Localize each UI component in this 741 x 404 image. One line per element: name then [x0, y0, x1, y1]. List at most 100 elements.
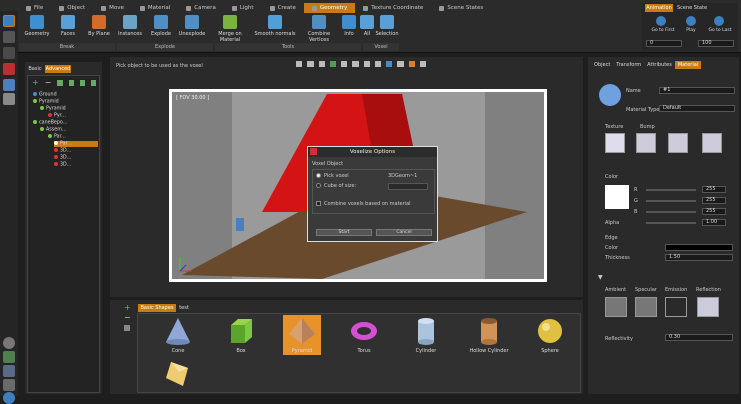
- shape-torus[interactable]: Torus: [345, 316, 383, 354]
- texture-slot[interactable]: [605, 133, 625, 153]
- texture-slot-3[interactable]: [668, 133, 688, 153]
- shape-box[interactable]: Box: [222, 316, 260, 354]
- settings-icon[interactable]: [3, 337, 15, 349]
- go-to-last-icon[interactable]: [714, 16, 724, 26]
- tab-material[interactable]: Material: [674, 61, 702, 69]
- fit-icon[interactable]: [329, 61, 336, 67]
- tree-item-selected[interactable]: Par...: [54, 141, 98, 147]
- specular-swatch[interactable]: [635, 297, 657, 317]
- zoom-icon[interactable]: [341, 61, 348, 67]
- emission-swatch[interactable]: [665, 297, 687, 317]
- combine-vertices-button[interactable]: Combine Vertices: [298, 14, 340, 43]
- tree-item[interactable]: 3D...: [54, 148, 71, 154]
- snap-icon[interactable]: [397, 61, 404, 67]
- group-icon[interactable]: [57, 80, 63, 86]
- tree-item[interactable]: Par...: [48, 134, 66, 140]
- color-swatch[interactable]: [605, 185, 629, 209]
- tab-geometry[interactable]: Geometry: [303, 3, 356, 13]
- add-shape-icon[interactable]: +: [124, 303, 131, 312]
- bump-slot[interactable]: [636, 133, 656, 153]
- tab-attributes[interactable]: Attributes: [644, 61, 675, 69]
- add-icon[interactable]: +: [32, 78, 39, 88]
- tab-object[interactable]: Object: [591, 61, 613, 69]
- collapse-icon[interactable]: ▼: [598, 274, 603, 281]
- reflectivity-field[interactable]: 0.30: [665, 334, 733, 341]
- tree-item[interactable]: Pyramid: [33, 99, 59, 105]
- edge-color-swatch[interactable]: [665, 244, 733, 251]
- combine-checkbox[interactable]: [316, 201, 321, 206]
- smooth-normals-button[interactable]: Smooth normals: [254, 14, 296, 37]
- alpha-field[interactable]: 1.00: [702, 219, 726, 226]
- tree-item[interactable]: 3D...: [54, 155, 71, 161]
- shape-cone[interactable]: Cone: [159, 316, 197, 354]
- select-mode-icon[interactable]: [386, 61, 393, 67]
- move-up-icon[interactable]: [79, 80, 85, 86]
- unexplode-button[interactable]: Unexplode: [174, 14, 210, 37]
- move-down-icon[interactable]: [90, 80, 96, 86]
- ambient-swatch[interactable]: [605, 297, 627, 317]
- pick-voxel-radio[interactable]: [316, 173, 321, 178]
- name-field[interactable]: #1: [659, 87, 735, 94]
- tree-item[interactable]: caneBepo...: [33, 120, 67, 126]
- material-type-select[interactable]: Default: [659, 105, 735, 112]
- material-view-icon[interactable]: [408, 61, 415, 67]
- thickness-field[interactable]: 1.50: [665, 254, 733, 261]
- view-icon[interactable]: [296, 61, 303, 67]
- cancel-button[interactable]: Cancel: [376, 229, 432, 236]
- g-field[interactable]: 255: [702, 197, 726, 204]
- tab-object[interactable]: Object: [51, 3, 93, 13]
- select-tool-icon[interactable]: [3, 15, 15, 27]
- tree-item[interactable]: Pyr...: [48, 113, 66, 119]
- shape-settings-icon[interactable]: [124, 325, 130, 331]
- pan-icon[interactable]: [318, 61, 325, 67]
- tab-test[interactable]: test: [176, 304, 192, 312]
- r-field[interactable]: 255: [702, 186, 726, 193]
- b-field[interactable]: 255: [702, 208, 726, 215]
- tree-item[interactable]: Assem...: [40, 127, 66, 133]
- shape-custom[interactable]: [159, 358, 197, 390]
- remove-shape-icon[interactable]: −: [124, 313, 131, 322]
- b-slider[interactable]: [646, 211, 696, 213]
- r-slider[interactable]: [646, 189, 696, 191]
- tab-scene-states[interactable]: Scene States: [431, 3, 491, 13]
- screen-icon[interactable]: [3, 379, 15, 391]
- shape-sphere[interactable]: Sphere: [531, 316, 569, 354]
- tab-move[interactable]: Move: [93, 3, 132, 13]
- play-icon[interactable]: [686, 16, 696, 26]
- tab-camera[interactable]: Camera: [178, 3, 224, 13]
- tree-item[interactable]: 3D...: [54, 162, 71, 168]
- tab-material[interactable]: Material: [132, 3, 178, 13]
- camera-icon[interactable]: [363, 61, 370, 67]
- viewport-canvas[interactable]: [ FOV 30.00 ] Voxelize Options Voxel Obj…: [172, 92, 544, 279]
- tree-item[interactable]: Ground: [33, 92, 57, 98]
- rotate-icon[interactable]: [307, 61, 314, 67]
- record-icon[interactable]: [3, 63, 15, 75]
- tab-file[interactable]: File: [18, 3, 51, 13]
- render-icon[interactable]: [3, 351, 15, 363]
- tab-light[interactable]: Light: [224, 3, 262, 13]
- start-frame-field[interactable]: 0: [646, 40, 682, 47]
- end-frame-field[interactable]: 100: [698, 40, 734, 47]
- shape-hollow-cylinder[interactable]: Hollow Cylinder: [467, 316, 511, 354]
- tab-create[interactable]: Create: [262, 3, 304, 13]
- tab-basic-shapes[interactable]: Basic Shapes: [138, 304, 176, 312]
- tab-animation[interactable]: Animation: [645, 4, 673, 12]
- zoom-region-icon[interactable]: [352, 61, 359, 67]
- light-tool-icon[interactable]: [3, 93, 15, 105]
- render-mode-icon[interactable]: [419, 61, 426, 67]
- go-to-first-icon[interactable]: [656, 16, 666, 26]
- select-icon[interactable]: [374, 61, 381, 67]
- texture-slot-4[interactable]: [702, 133, 722, 153]
- object-tool-icon[interactable]: [3, 79, 15, 91]
- tab-scene-state[interactable]: Scene State: [675, 4, 709, 12]
- cube-size-input[interactable]: [388, 183, 428, 190]
- tab-transform[interactable]: Transform: [613, 61, 644, 69]
- cube-of-size-radio[interactable]: [316, 183, 321, 188]
- reflection-slot[interactable]: [697, 297, 719, 317]
- help-icon[interactable]: [3, 392, 15, 404]
- g-slider[interactable]: [646, 200, 696, 202]
- shape-pyramid-selected[interactable]: Pyramid: [283, 315, 321, 355]
- camera-tool-icon[interactable]: [3, 31, 15, 43]
- tab-texture-coordinate[interactable]: Texture Coordinate: [355, 3, 431, 13]
- ungroup-icon[interactable]: [68, 80, 74, 86]
